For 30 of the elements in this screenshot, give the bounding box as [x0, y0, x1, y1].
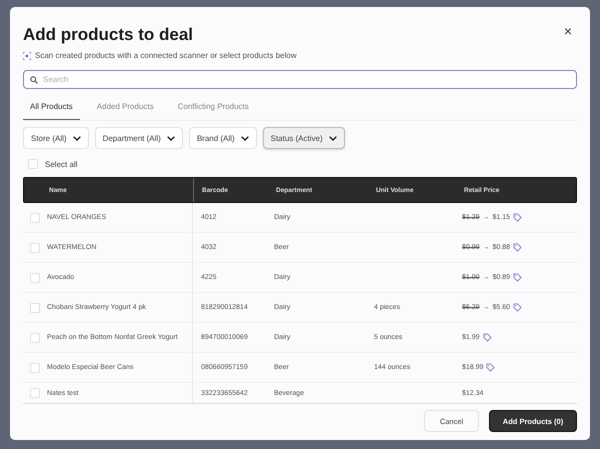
row-checkbox[interactable]: [30, 302, 40, 312]
filter-dropdown[interactable]: Status (Active): [262, 127, 345, 149]
filter-dropdown[interactable]: Store (All): [23, 127, 89, 149]
chevron-down-icon: [240, 136, 249, 140]
tab[interactable]: All Products: [23, 98, 80, 120]
tag-icon: [513, 213, 522, 222]
dialog-subtitle: Scan created products with a connected scanner or select products below: [35, 51, 296, 60]
chevron-down-icon: [72, 136, 81, 140]
row-checkbox[interactable]: [30, 388, 40, 398]
scan-icon: [23, 52, 31, 60]
filter-dropdown[interactable]: Department (All): [94, 127, 183, 149]
chevron-down-icon: [166, 136, 175, 140]
row-checkbox[interactable]: [30, 212, 40, 222]
tag-icon: [513, 243, 522, 252]
row-checkbox[interactable]: [30, 272, 40, 282]
checkbox[interactable]: [28, 159, 38, 169]
chevron-down-icon: [328, 136, 337, 140]
row-checkbox[interactable]: [30, 242, 40, 252]
search-field[interactable]: Search: [23, 70, 577, 89]
select-all-label: Select all: [45, 160, 78, 168]
tag-icon: [486, 363, 496, 372]
tag-icon: [513, 303, 522, 312]
tag-icon: [513, 273, 522, 282]
close-button[interactable]: ×: [560, 21, 576, 41]
row-checkbox[interactable]: [30, 362, 40, 372]
dialog-title: Add products to deal: [23, 25, 193, 45]
row-checkbox[interactable]: [30, 332, 40, 342]
tag-icon: [482, 333, 492, 342]
tab[interactable]: Added Products: [90, 98, 161, 120]
filter-dropdown[interactable]: Brand (All): [188, 127, 257, 149]
